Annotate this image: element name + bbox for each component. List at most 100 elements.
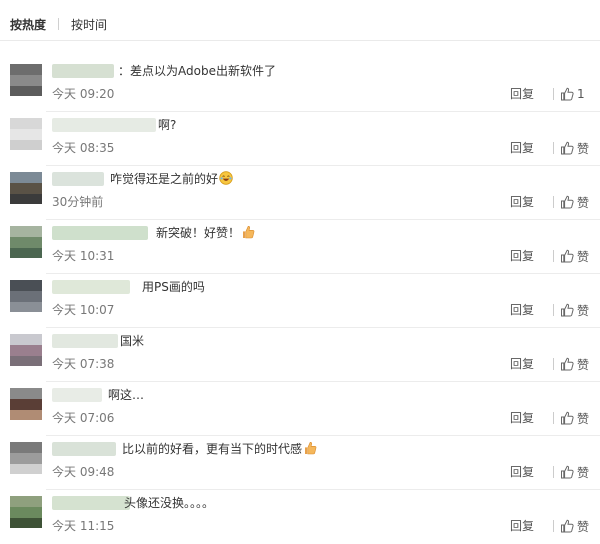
comment-text-content: 用PS画的吗 (142, 280, 205, 294)
comment-text-content: 啊? (158, 118, 177, 132)
blurred-username[interactable] (52, 226, 148, 240)
blurred-username[interactable] (52, 442, 116, 456)
avatar-band (10, 453, 42, 464)
blurred-username[interactable] (52, 388, 102, 402)
reply-button[interactable]: 回复 (510, 140, 534, 156)
avatar-band (10, 183, 42, 194)
tab-divider (58, 18, 60, 30)
avatar-band (10, 140, 42, 150)
comment-row: 比以前的好看，更有当下的时代感 今天 09:48 回复 赞 (0, 436, 600, 490)
like-button[interactable]: 赞 (553, 518, 589, 534)
comment-text-content: 国米 (120, 334, 145, 348)
comment-text: 咋觉得还是之前的好 (110, 170, 233, 188)
avatar[interactable] (10, 226, 42, 258)
like-count: 赞 (577, 195, 590, 210)
like-count: 赞 (577, 141, 590, 156)
blurred-username[interactable] (52, 334, 118, 348)
avatar-band (10, 86, 42, 96)
reply-button[interactable]: 回复 (510, 194, 534, 210)
comment-text-content: 咋觉得还是之前的好 (110, 172, 219, 186)
avatar-band (10, 172, 42, 183)
comment-text-content: 啊这… (108, 388, 145, 402)
avatar-band (10, 518, 42, 528)
comment-time: 今天 10:07 (52, 303, 115, 317)
thumbs-up-icon (561, 141, 574, 155)
like-button[interactable]: 1 (553, 86, 585, 102)
sort-tabs: 按热度 按时间 (10, 14, 107, 34)
thumbs-up-emoji-icon (305, 441, 317, 455)
comment-row: 用PS画的吗 今天 10:07 回复 赞 (0, 274, 600, 328)
like-count: 1 (577, 87, 585, 101)
comment-text-content: 新突破！好赞！ (156, 226, 241, 240)
comment-time: 30分钟前 (52, 195, 104, 209)
like-button[interactable]: 赞 (553, 410, 589, 426)
comment-row: 新突破！好赞！ 今天 10:31 回复 赞 (0, 220, 600, 274)
comment-row: 咋觉得还是之前的好 30分钟前 回复 赞 (0, 166, 600, 220)
action-divider (553, 466, 554, 478)
comment-row: 头像还没换。。。。 今天 11:15 回复 赞 (0, 490, 600, 544)
avatar-band (10, 129, 42, 140)
blurred-username[interactable] (52, 118, 156, 132)
comment-text: 啊? (158, 116, 176, 134)
action-divider (553, 142, 554, 154)
like-count: 赞 (577, 411, 590, 426)
comment-text: ：差点以为Adobe出新软件了 (118, 62, 276, 80)
comment-time: 今天 10:31 (52, 249, 115, 263)
blurred-username[interactable] (52, 64, 114, 78)
comment-text-content: 比以前的好看，更有当下的时代感 (122, 442, 303, 456)
avatar[interactable] (10, 118, 42, 150)
comment-time: 今天 09:20 (52, 87, 115, 101)
like-button[interactable]: 赞 (553, 464, 589, 480)
thumbs-up-icon (561, 465, 574, 479)
reply-button[interactable]: 回复 (510, 464, 534, 480)
thumbs-up-icon (561, 249, 574, 263)
avatar-band (10, 496, 42, 507)
avatar-band (10, 248, 42, 258)
blurred-username[interactable] (52, 280, 130, 294)
reply-button[interactable]: 回复 (510, 410, 534, 426)
avatar-band (10, 410, 42, 420)
avatar-band (10, 334, 42, 345)
avatar[interactable] (10, 442, 42, 474)
tab-sort-by-hot[interactable]: 按热度 (10, 16, 46, 33)
like-button[interactable]: 赞 (553, 302, 589, 318)
comment-row: ：差点以为Adobe出新软件了 今天 09:20 回复 1 (0, 58, 600, 112)
avatar-band (10, 237, 42, 248)
avatar-band (10, 507, 42, 518)
reply-button[interactable]: 回复 (510, 86, 534, 102)
thumbs-up-icon (561, 303, 574, 317)
blurred-username[interactable] (52, 172, 104, 186)
reply-button[interactable]: 回复 (510, 356, 534, 372)
blurred-username[interactable] (52, 496, 130, 510)
avatar[interactable] (10, 334, 42, 366)
header-divider (0, 40, 600, 41)
comment-text: 国米 (120, 332, 144, 350)
like-button[interactable]: 赞 (553, 356, 589, 372)
comment-text-content: 头像还没换。。。。 (124, 496, 215, 510)
like-button[interactable]: 赞 (553, 248, 589, 264)
like-button[interactable]: 赞 (553, 194, 589, 210)
comment-text: 新突破！好赞！ (156, 224, 255, 242)
like-button[interactable]: 赞 (553, 140, 589, 156)
avatar-band (10, 118, 42, 129)
reply-button[interactable]: 回复 (510, 518, 534, 534)
avatar-band (10, 280, 42, 291)
like-count: 赞 (577, 303, 590, 318)
comment-time: 今天 07:38 (52, 357, 115, 371)
comment-text: 比以前的好看，更有当下的时代感 (122, 440, 317, 458)
avatar[interactable] (10, 64, 42, 96)
thumbs-up-icon (561, 87, 574, 101)
avatar[interactable] (10, 280, 42, 312)
avatar-band (10, 345, 42, 356)
comment-text: 啊这… (108, 386, 144, 404)
avatar[interactable] (10, 388, 42, 420)
action-divider (553, 304, 554, 316)
reply-button[interactable]: 回复 (510, 248, 534, 264)
comment-time: 今天 11:15 (52, 519, 115, 533)
avatar[interactable] (10, 496, 42, 528)
reply-button[interactable]: 回复 (510, 302, 534, 318)
tab-sort-by-time[interactable]: 按时间 (71, 16, 107, 33)
avatar[interactable] (10, 172, 42, 204)
comment-text: 用PS画的吗 (142, 278, 205, 296)
comment-text: 头像还没换。。。。 (124, 494, 214, 512)
